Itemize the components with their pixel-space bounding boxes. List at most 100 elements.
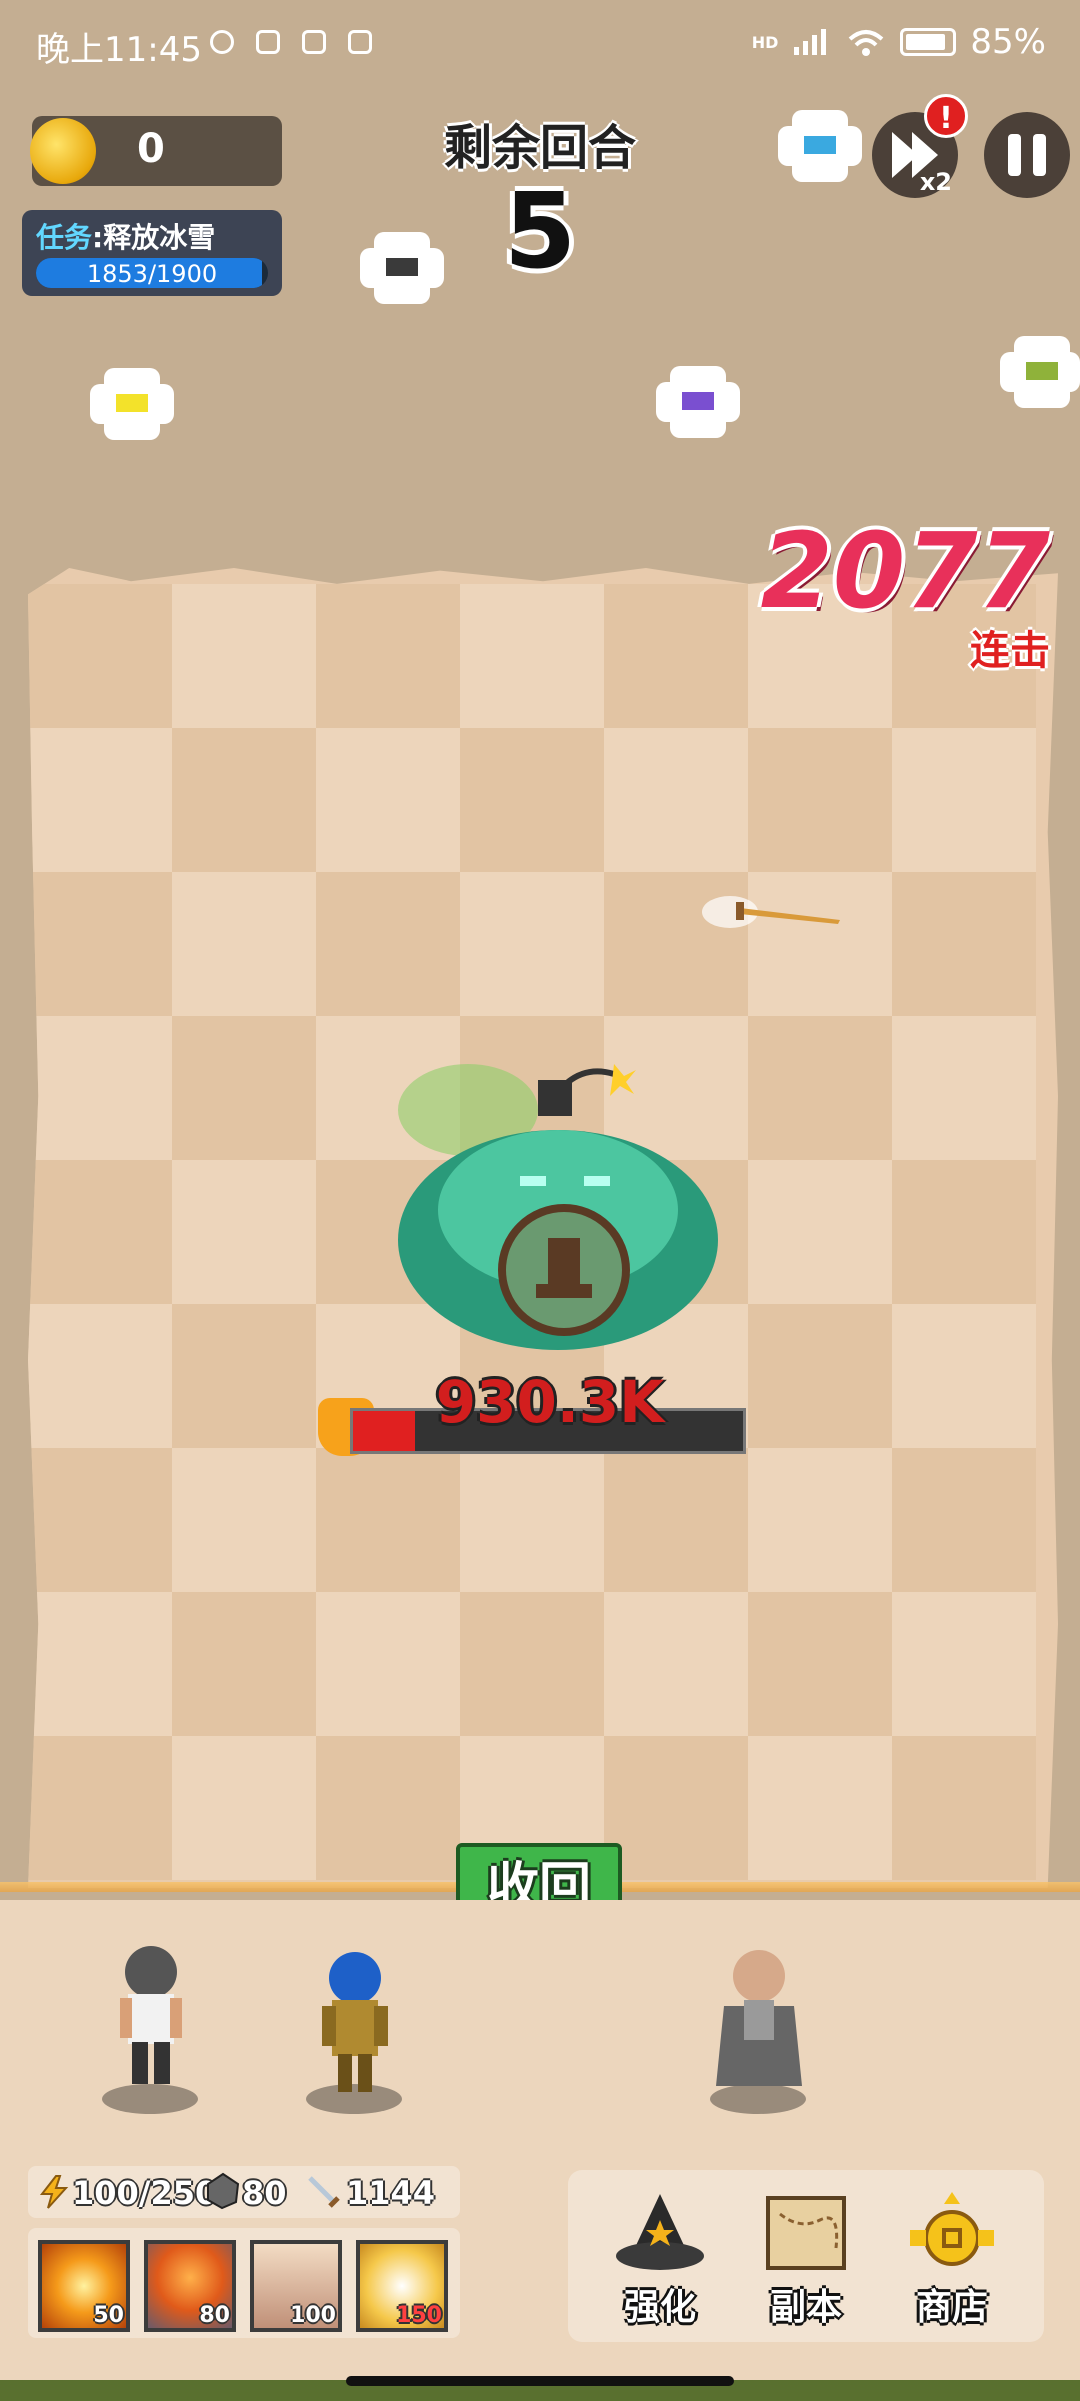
upgrade-button[interactable]: 强化 bbox=[590, 2190, 730, 2330]
sword-projectile bbox=[702, 896, 840, 928]
network-label: HD bbox=[751, 32, 779, 52]
coin-amount: 0 bbox=[137, 126, 165, 172]
wifi-icon bbox=[849, 30, 884, 56]
skill-cost: 150 bbox=[396, 2303, 442, 2328]
board-cell bbox=[460, 584, 604, 728]
combo-count: 2077 bbox=[760, 510, 1050, 632]
board-cell bbox=[604, 1736, 748, 1880]
board-cell bbox=[748, 1016, 892, 1160]
shop-label: 商店 bbox=[915, 2287, 988, 2328]
board-cell bbox=[748, 1160, 892, 1304]
main-menu: 强化 副本 商店 bbox=[568, 2170, 1044, 2342]
sword-icon bbox=[308, 2176, 340, 2208]
task-name: :释放冰雪 bbox=[92, 221, 216, 254]
energy-value: 100/250 bbox=[72, 2174, 218, 2212]
board-cell bbox=[892, 1592, 1036, 1736]
flower-decoration bbox=[360, 232, 444, 304]
skill-explosion[interactable]: 50 bbox=[38, 2240, 130, 2332]
board-cell bbox=[892, 1160, 1036, 1304]
board-cell bbox=[892, 1304, 1036, 1448]
flower-decoration bbox=[1000, 336, 1080, 408]
board-cell bbox=[604, 584, 748, 728]
board-cell bbox=[892, 728, 1036, 872]
board-cell bbox=[892, 1016, 1036, 1160]
battery-level: 85% bbox=[970, 22, 1046, 62]
skill-cost: 100 bbox=[290, 2303, 336, 2328]
board-cell bbox=[28, 1016, 172, 1160]
board-cell bbox=[892, 1448, 1036, 1592]
board-cell bbox=[172, 1592, 316, 1736]
board-cell bbox=[460, 1448, 604, 1592]
board-cell bbox=[172, 728, 316, 872]
board-cell bbox=[748, 1304, 892, 1448]
flower-decoration bbox=[778, 110, 862, 182]
home-indicator[interactable] bbox=[346, 2376, 734, 2386]
board-cell bbox=[316, 728, 460, 872]
board-cell bbox=[28, 1160, 172, 1304]
ore-value: 80 bbox=[242, 2174, 287, 2212]
board-cell bbox=[172, 1736, 316, 1880]
resource-panel: 100/250 80 1144 bbox=[28, 2166, 460, 2218]
board-cell bbox=[28, 728, 172, 872]
board-cell bbox=[172, 1016, 316, 1160]
board-cell bbox=[748, 728, 892, 872]
signal-icon bbox=[794, 29, 827, 55]
coin-counter: 0 bbox=[30, 116, 282, 186]
notification-icon bbox=[256, 30, 280, 54]
board-cell bbox=[28, 1304, 172, 1448]
board-cell bbox=[172, 1160, 316, 1304]
alarm-icon bbox=[210, 30, 234, 54]
task-progress-text: 1853/1900 bbox=[86, 260, 218, 288]
board-cell bbox=[28, 872, 172, 1016]
board-cell bbox=[28, 1736, 172, 1880]
board-cell bbox=[604, 1592, 748, 1736]
board-cell bbox=[172, 1448, 316, 1592]
board-cell bbox=[172, 872, 316, 1016]
board-cell bbox=[172, 1304, 316, 1448]
board-cell bbox=[316, 872, 460, 1016]
notification-icon bbox=[348, 30, 372, 54]
board-cell bbox=[604, 1448, 748, 1592]
rounds-left: 5 bbox=[503, 170, 577, 292]
task-panel[interactable]: 任务:释放冰雪 1853/1900 bbox=[22, 210, 282, 296]
board-cell bbox=[28, 584, 172, 728]
skill-angel[interactable]: 150 bbox=[356, 2240, 448, 2332]
flower-decoration bbox=[90, 368, 174, 440]
hero-archer[interactable] bbox=[310, 1950, 400, 2100]
coin-icon bbox=[30, 118, 96, 184]
skill-meteor[interactable]: 80 bbox=[144, 2240, 236, 2332]
board-cell bbox=[748, 1592, 892, 1736]
dungeon-button[interactable]: 副本 bbox=[736, 2190, 876, 2330]
pause-icon bbox=[1008, 134, 1046, 176]
board-cell bbox=[892, 1736, 1036, 1880]
skill-bar: 50 80 100 150 bbox=[28, 2228, 460, 2338]
shop-button[interactable]: 商店 bbox=[882, 2190, 1022, 2330]
rounds-title: 剩余回合 bbox=[443, 120, 636, 176]
dungeon-label: 副本 bbox=[769, 2287, 842, 2328]
combo-counter: 2077 连击 bbox=[761, 510, 1050, 676]
task-progress-bar: 1853/1900 bbox=[36, 258, 268, 288]
wizard-hat-icon bbox=[616, 2194, 704, 2270]
board-cell bbox=[604, 728, 748, 872]
flower-decoration bbox=[656, 366, 740, 438]
pause-button[interactable] bbox=[984, 112, 1070, 198]
attack-value: 1144 bbox=[346, 2174, 436, 2212]
notification-icon bbox=[302, 30, 326, 54]
speed-label: x2 bbox=[919, 168, 952, 196]
gold-coin-icon bbox=[910, 2192, 994, 2266]
board-cell bbox=[316, 584, 460, 728]
upgrade-label: 强化 bbox=[623, 2287, 696, 2328]
hero-mage[interactable] bbox=[714, 1946, 804, 2096]
board-cell bbox=[892, 872, 1036, 1016]
board-cell bbox=[460, 1592, 604, 1736]
bomb-ghost-boss[interactable] bbox=[388, 1060, 734, 1360]
board-cell bbox=[316, 1592, 460, 1736]
skill-cost: 50 bbox=[93, 2303, 124, 2328]
board-cell bbox=[748, 1448, 892, 1592]
skill-spikes[interactable]: 100 bbox=[250, 2240, 342, 2332]
skill-cost: 80 bbox=[199, 2303, 230, 2328]
alert-badge: ! bbox=[924, 94, 968, 138]
hero-swordsman[interactable] bbox=[106, 1942, 196, 2092]
board-cell bbox=[172, 584, 316, 728]
task-label: 任务 bbox=[36, 221, 93, 254]
